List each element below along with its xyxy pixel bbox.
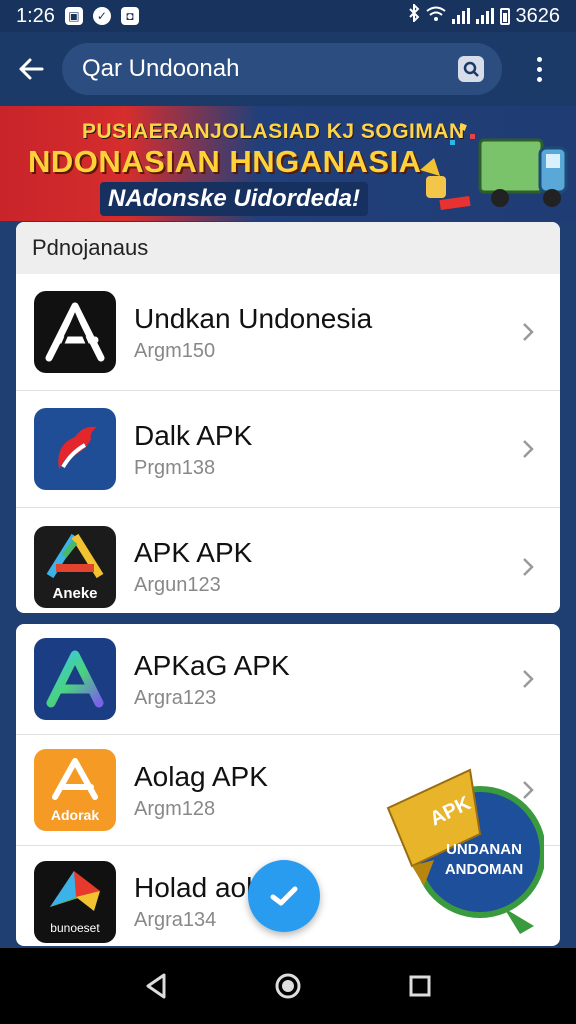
- kite-icon: bunoeset: [34, 860, 116, 943]
- battery-text: 3626: [515, 4, 561, 27]
- battery-icon: [499, 7, 510, 25]
- list-item-text: Dalk APK Prgm138: [134, 419, 506, 480]
- orange-a-icon: Adorak: [34, 749, 116, 831]
- gallery-icon: ▣: [64, 7, 83, 25]
- list-item-text: APKaG APK Argra123: [134, 649, 506, 710]
- app-title: Dalk APK: [134, 419, 253, 451]
- square-recents-icon: [409, 975, 431, 997]
- list-item[interactable]: Dalk APK Prgm138: [16, 391, 560, 508]
- triangle-back-icon: [146, 973, 166, 999]
- system-nav-bar: [0, 948, 576, 1024]
- search-input[interactable]: Qar Undoonah: [82, 55, 458, 83]
- app-subtitle: Argm150: [134, 339, 216, 362]
- apk-badge: APK UNDANAN ANDOMAN: [386, 768, 544, 934]
- more-vertical-icon: [536, 56, 542, 82]
- back-button[interactable]: [0, 32, 62, 106]
- promo-banner[interactable]: PUSIAERANJOLASIAD KJ SOGIMAN NDONASIAN H…: [0, 106, 576, 221]
- arrow-left-icon: [19, 58, 44, 80]
- chevron-right-icon: [506, 427, 550, 471]
- list-item-text: APK APK Argun123: [134, 536, 506, 597]
- signal-icon: [475, 8, 494, 24]
- more-options-button[interactable]: [502, 32, 576, 106]
- messenger-icon: ✓: [92, 7, 111, 25]
- list-item[interactable]: Undkan Undonesia Argm150: [16, 274, 560, 391]
- red-bird-icon: [34, 408, 116, 490]
- app-subtitle: Argun123: [134, 574, 221, 596]
- app-subtitle: Prgm138: [134, 456, 216, 479]
- app-title: APK APK: [134, 537, 253, 568]
- signal-icon: [451, 8, 470, 24]
- icon-label: Aneke: [52, 584, 98, 602]
- status-right: 3626: [408, 2, 561, 28]
- chevron-right-icon: [506, 657, 550, 701]
- nav-home-button[interactable]: [258, 956, 318, 1016]
- list-item-text: Undkan Undonesia Argm150: [134, 302, 506, 363]
- badge-line2: ANDOMAN: [445, 861, 523, 878]
- gradient-a-icon: [34, 638, 116, 720]
- app-bar: Qar Undoonah: [0, 32, 576, 106]
- icon-label: bunoeset: [50, 920, 100, 935]
- app-subtitle: Argra123: [134, 686, 217, 709]
- status-left: 1:26 ▣ ✓ ◘: [16, 5, 139, 28]
- a-logo-icon: [34, 291, 116, 373]
- list-item[interactable]: Aneke APK APK Argun123: [16, 508, 560, 613]
- nav-back-button[interactable]: [126, 956, 186, 1016]
- search-icon[interactable]: [458, 56, 484, 82]
- section-header: Pdnojanaus: [16, 222, 560, 274]
- wifi-icon: [425, 5, 446, 28]
- bluetooth-icon: [408, 2, 420, 28]
- app-title: Undkan Undonesia: [134, 302, 373, 334]
- status-bar: 1:26 ▣ ✓ ◘ 3626: [0, 0, 576, 32]
- floating-action-button[interactable]: [248, 860, 320, 932]
- truck-icon: [420, 123, 568, 211]
- chevron-right-icon: [506, 310, 550, 354]
- search-bar[interactable]: Qar Undoonah: [62, 43, 502, 95]
- circle-home-icon: [275, 973, 301, 999]
- banner-line1: PUSIAERANJOLASIAD KJ SOGIMAN: [82, 120, 465, 143]
- nav-recents-button[interactable]: [390, 956, 450, 1016]
- notification-icon: ◘: [120, 7, 139, 25]
- check-icon: [270, 886, 298, 906]
- list-item[interactable]: APKaG APK Argra123: [16, 624, 560, 735]
- rainbow-triangle-icon: Aneke: [34, 525, 116, 608]
- banner-headline: NDONASIAN HNGANASIA: [28, 144, 422, 179]
- chevron-right-icon: [506, 545, 550, 589]
- icon-label: Adorak: [50, 807, 100, 823]
- app-list-card-1: Pdnojanaus Undkan Undonesia Argm150 Dalk…: [16, 222, 560, 613]
- status-time: 1:26: [16, 4, 55, 27]
- app-title: APKaG APK: [134, 649, 290, 681]
- banner-tagline: NAdonske Uidordeda!: [100, 182, 369, 216]
- badge-line1: UNDANAN: [446, 841, 522, 858]
